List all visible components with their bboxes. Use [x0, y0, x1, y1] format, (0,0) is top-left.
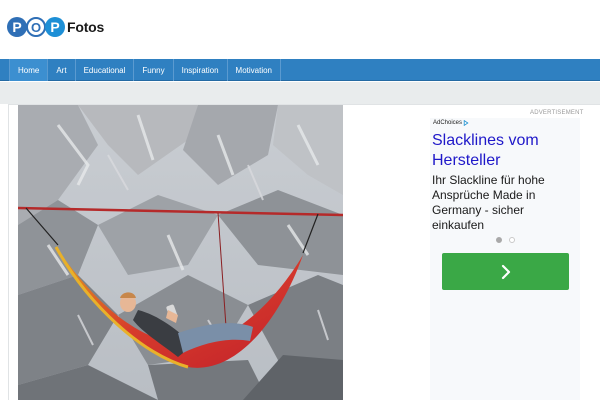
ad-cta-button[interactable]: [442, 253, 569, 290]
nav-item-funny[interactable]: Funny: [133, 59, 172, 81]
logo-letter-p2: P: [45, 17, 65, 37]
ad-body-text: Ihr Slackline für hohe Ansprüche Made in…: [432, 173, 545, 232]
chevron-right-icon: [501, 264, 510, 279]
nav-item-motivation[interactable]: Motivation: [226, 59, 282, 81]
adchoices-icon: [463, 120, 469, 126]
carousel-dot-1[interactable]: [496, 237, 502, 243]
article-photo[interactable]: [18, 105, 343, 400]
carousel-dot-2[interactable]: [509, 237, 515, 243]
advertisement-label: ADVERTISEMENT: [530, 110, 584, 116]
hammock-mountain-image: [18, 105, 343, 400]
nav-item-art[interactable]: Art: [47, 59, 74, 81]
main-nav: Home Art Educational Funny Inspiration M…: [0, 59, 600, 81]
site-logo[interactable]: P O P Fotos: [7, 17, 104, 37]
logo-text: Fotos: [67, 19, 105, 35]
ad-unit: AdChoices Slacklines vom Hersteller Ihr …: [430, 118, 580, 400]
site-header: P O P Fotos: [0, 0, 600, 59]
sub-bar: [0, 82, 600, 104]
nav-item-educational[interactable]: Educational: [74, 59, 134, 81]
adchoices-link[interactable]: AdChoices: [433, 120, 469, 126]
adchoices-label: AdChoices: [433, 120, 463, 126]
ad-headline[interactable]: Slacklines vom Hersteller: [432, 131, 572, 171]
logo-letter-p1: P: [7, 17, 27, 37]
nav-item-inspiration[interactable]: Inspiration: [172, 59, 227, 81]
ad-carousel-dots: [496, 237, 515, 243]
nav-item-home[interactable]: Home: [9, 59, 48, 81]
logo-letter-o: O: [26, 17, 46, 37]
